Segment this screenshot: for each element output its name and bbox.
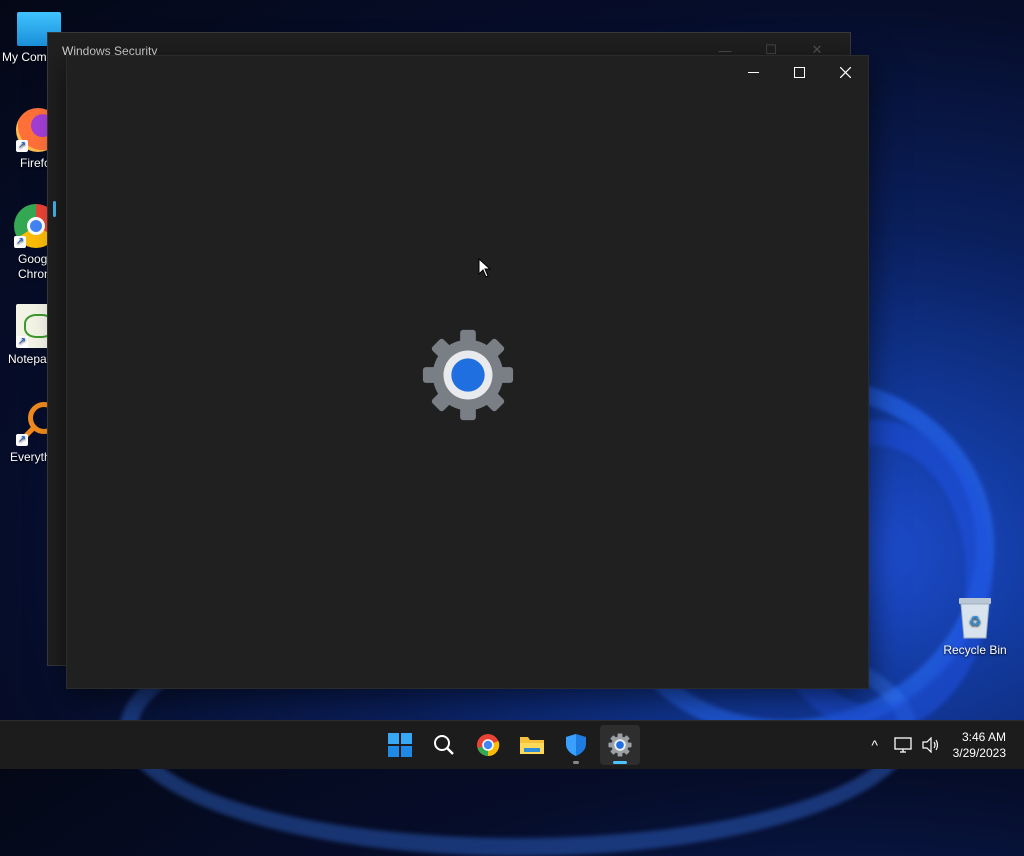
windows-start-icon [388, 733, 412, 757]
close-button[interactable] [822, 56, 868, 88]
svg-text:♻: ♻ [969, 614, 982, 630]
maximize-icon [793, 66, 805, 78]
settings-gear-icon [422, 329, 514, 421]
taskbar-windows-security[interactable] [556, 725, 596, 765]
shield-icon [566, 734, 586, 756]
taskbar-apps [380, 725, 640, 765]
volume-button[interactable] [917, 725, 945, 765]
chevron-up-icon: ^ [871, 737, 878, 753]
taskbar: ^ 3:46 AM 3/29/2023 [0, 720, 1024, 769]
taskbar-settings[interactable] [600, 725, 640, 765]
network-button[interactable] [889, 725, 917, 765]
network-icon [893, 737, 912, 753]
shortcut-arrow-icon: ↗ [16, 434, 28, 446]
search-button[interactable] [424, 725, 464, 765]
system-tray: ^ 3:46 AM 3/29/2023 [861, 721, 1024, 769]
recycle-bin-icon: ♻ [959, 598, 991, 639]
chrome-icon [477, 734, 500, 757]
desktop-icon-recycle-bin[interactable]: ♻ Recycle Bin [938, 596, 1012, 657]
maximize-button[interactable] [776, 56, 822, 88]
taskbar-clock[interactable]: 3:46 AM 3/29/2023 [945, 729, 1024, 761]
search-icon [434, 735, 454, 755]
clock-time: 3:46 AM [961, 730, 1006, 744]
shortcut-arrow-icon: ↗ [14, 236, 26, 248]
taskbar-chrome[interactable] [468, 725, 508, 765]
taskbar-file-explorer[interactable] [512, 725, 552, 765]
shortcut-arrow-icon: ↗ [16, 140, 28, 152]
gear-icon [608, 733, 632, 757]
settings-window[interactable] [66, 55, 869, 689]
shortcut-arrow-icon: ↗ [16, 336, 28, 348]
show-hidden-icons-button[interactable]: ^ [861, 725, 889, 765]
close-icon [839, 66, 851, 78]
active-indicator [613, 761, 627, 764]
mouse-cursor-icon [478, 258, 492, 278]
desktop-icon-label: Recycle Bin [943, 643, 1007, 657]
running-indicator [573, 761, 579, 764]
clock-date: 3/29/2023 [952, 746, 1006, 760]
folder-icon [520, 737, 544, 754]
minimize-icon [747, 71, 759, 73]
start-button[interactable] [380, 725, 420, 765]
minimize-button[interactable] [730, 56, 776, 88]
volume-icon [922, 737, 938, 753]
nav-selection-indicator [53, 201, 56, 217]
